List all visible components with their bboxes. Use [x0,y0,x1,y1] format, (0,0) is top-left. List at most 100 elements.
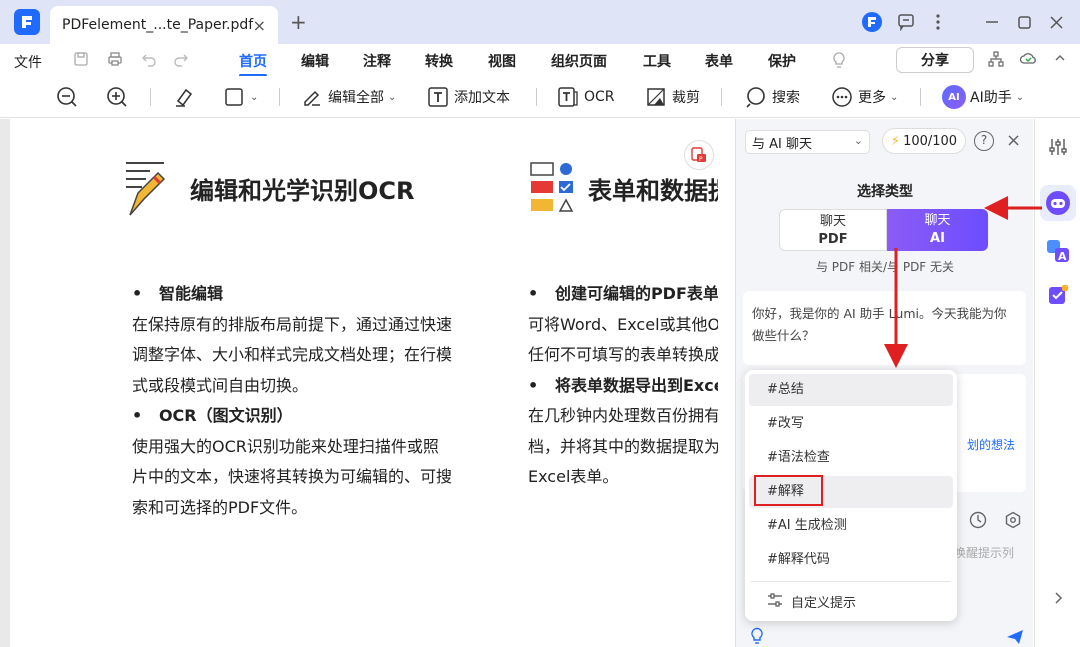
print-icon[interactable] [106,51,124,69]
history-icon[interactable] [969,511,987,533]
menu-annotate[interactable]: 注释 [363,51,391,71]
lightbulb-icon[interactable] [830,51,848,69]
bullet-line: • 智能编辑 [132,284,223,303]
menu-file[interactable]: 文件 [14,52,42,72]
ocr-label: OCR [584,89,615,105]
ai-robot-icon[interactable] [1040,185,1076,221]
body-line: 任何不可填写的表单转换成 [528,345,718,364]
account-icon[interactable] [860,10,884,34]
document-tab[interactable]: PDFelement_...te_Paper.pdf × [50,6,278,44]
window-close-icon[interactable] [1044,10,1068,34]
add-text-button[interactable]: 添加文本 [426,84,510,110]
menu-view[interactable]: 视图 [488,51,516,71]
custom-prompt-button[interactable]: 自定义提示 [767,592,856,611]
svg-text:A: A [1058,250,1067,263]
add-text-label: 添加文本 [454,90,510,106]
chat-mode-value: 与 AI 聊天 [752,136,812,152]
settings-hexagon-icon[interactable] [1004,511,1022,533]
prompt-item-explain-code[interactable]: #解释代码 [749,544,953,576]
app-logo-icon[interactable] [14,9,40,35]
ai-assistant-label: AI助手 [970,90,1012,106]
custom-prompt-label: 自定义提示 [791,596,857,611]
undo-icon[interactable] [140,51,158,69]
shape-button[interactable]: ⌄ [222,84,258,110]
crop-icon [644,85,668,109]
text-box-icon [426,85,450,109]
pencil-icon [300,85,324,109]
translate-icon[interactable]: A [1044,237,1072,265]
redo-icon[interactable] [172,51,190,69]
pdf-page[interactable]: 编辑和光学识别OCR 表单和数据提 • 智能编辑 在保持原有的排版布局前提下，通… [10,119,718,647]
highlight-button[interactable] [172,84,196,110]
collapse-ribbon-icon[interactable] [1051,51,1069,69]
menu-tools[interactable]: 工具 [643,51,671,71]
checklist-icon[interactable] [1044,281,1072,309]
credits-value: 100/100 [903,133,958,149]
menu-home[interactable]: 首页 [239,51,267,77]
tab-close-icon[interactable]: × [253,16,266,35]
chat-pdf-line1: 聊天 [819,214,846,229]
prompt-item-summarize[interactable]: #总结 [749,374,953,406]
chat-pdf-option[interactable]: 聊天 PDF [779,209,887,251]
prompt-item-ai-detect[interactable]: #AI 生成检测 [749,510,953,542]
chat-ai-option[interactable]: 聊天 AI [887,209,988,251]
new-tab-icon[interactable]: + [290,12,307,32]
panel-close-icon[interactable]: × [1006,130,1021,151]
prompt-item-rewrite[interactable]: #改写 [749,408,953,440]
credits-badge[interactable]: ⚡ 100/100 [882,128,966,154]
menu-organize-pages[interactable]: 组织页面 [551,51,607,71]
edit-all-button[interactable]: 编辑全部 ⌄ [300,84,396,110]
share-button[interactable]: 分享 [896,47,974,73]
menu-protect[interactable]: 保护 [768,51,796,71]
highlighter-icon [172,85,196,109]
toolbar: ⌄ 编辑全部 ⌄ 添加文本 OCR 裁剪 搜索 更多 ⌄ AI AI助手 ⌄ [0,76,1080,118]
maximize-icon[interactable] [1012,10,1036,34]
chat-mode-select[interactable]: 与 AI 聊天 ⌄ [745,130,870,154]
more-button[interactable]: 更多 ⌄ [830,84,898,110]
workflow-icon[interactable] [987,51,1005,69]
properties-sliders-icon[interactable] [1044,133,1072,161]
ocr-button[interactable]: OCR [556,84,615,110]
zoom-out-button[interactable] [55,84,79,110]
chevron-down-icon: ⌄ [853,134,863,147]
feedback-icon[interactable] [894,10,918,34]
prompt-item-grammar[interactable]: #语法检查 [749,442,953,474]
document-viewer[interactable]: 编辑和光学识别OCR 表单和数据提 • 智能编辑 在保持原有的排版布局前提下，通… [0,119,718,647]
ai-assistant-button[interactable]: AI AI助手 ⌄ [942,84,1024,110]
zoom-in-button[interactable] [105,84,129,110]
chevron-down-icon: ⌄ [388,91,397,103]
chat-ai-line2: AI [930,231,945,246]
body-line: 索和可选择的PDF文件。 [132,497,308,517]
chat-ai-line1: 聊天 [924,213,951,228]
svg-text:P: P [699,156,703,163]
expand-chevron-icon[interactable] [1044,584,1072,612]
minimize-icon[interactable] [980,10,1004,34]
edit-document-icon [126,162,166,216]
bullet-line: • 创建可编辑的PDF表单 [528,284,718,303]
chat-pdf-line2: PDF [818,232,848,247]
menu-convert[interactable]: 转换 [425,51,453,71]
menu-forms[interactable]: 表单 [705,51,733,71]
send-icon[interactable] [1006,629,1024,647]
more-label: 更多 [858,90,886,106]
bullet-line: • 将表单数据导出到Exce [528,375,718,395]
floating-pdf-tool-icon[interactable]: P [684,140,714,170]
save-icon[interactable] [72,51,90,69]
more-options-icon[interactable] [928,10,948,34]
crop-button[interactable]: 裁剪 [644,84,700,110]
body-line: 使用强大的OCR识别功能来处理扫描件或照 [132,436,439,456]
toolbar-divider [536,88,537,106]
sliders-icon [767,592,783,611]
section-title-forms: 表单和数据提 [588,177,718,205]
suggestion-link[interactable]: 划的想法 [967,436,1015,453]
search-label: 搜索 [772,90,800,106]
search-button[interactable]: 搜索 [744,84,800,110]
column-left-text: • 智能编辑 在保持原有的排版布局前提下，通过通过快速 调整字体、大小和样式完成… [132,279,452,523]
menu-edit[interactable]: 编辑 [301,51,329,71]
crop-label: 裁剪 [672,90,700,106]
help-icon[interactable]: ? [974,131,994,151]
cloud-sync-icon[interactable] [1019,51,1037,69]
select-type-heading: 选择类型 [857,184,913,200]
lightbulb-icon[interactable] [750,627,764,647]
edit-all-label: 编辑全部 [328,90,384,106]
